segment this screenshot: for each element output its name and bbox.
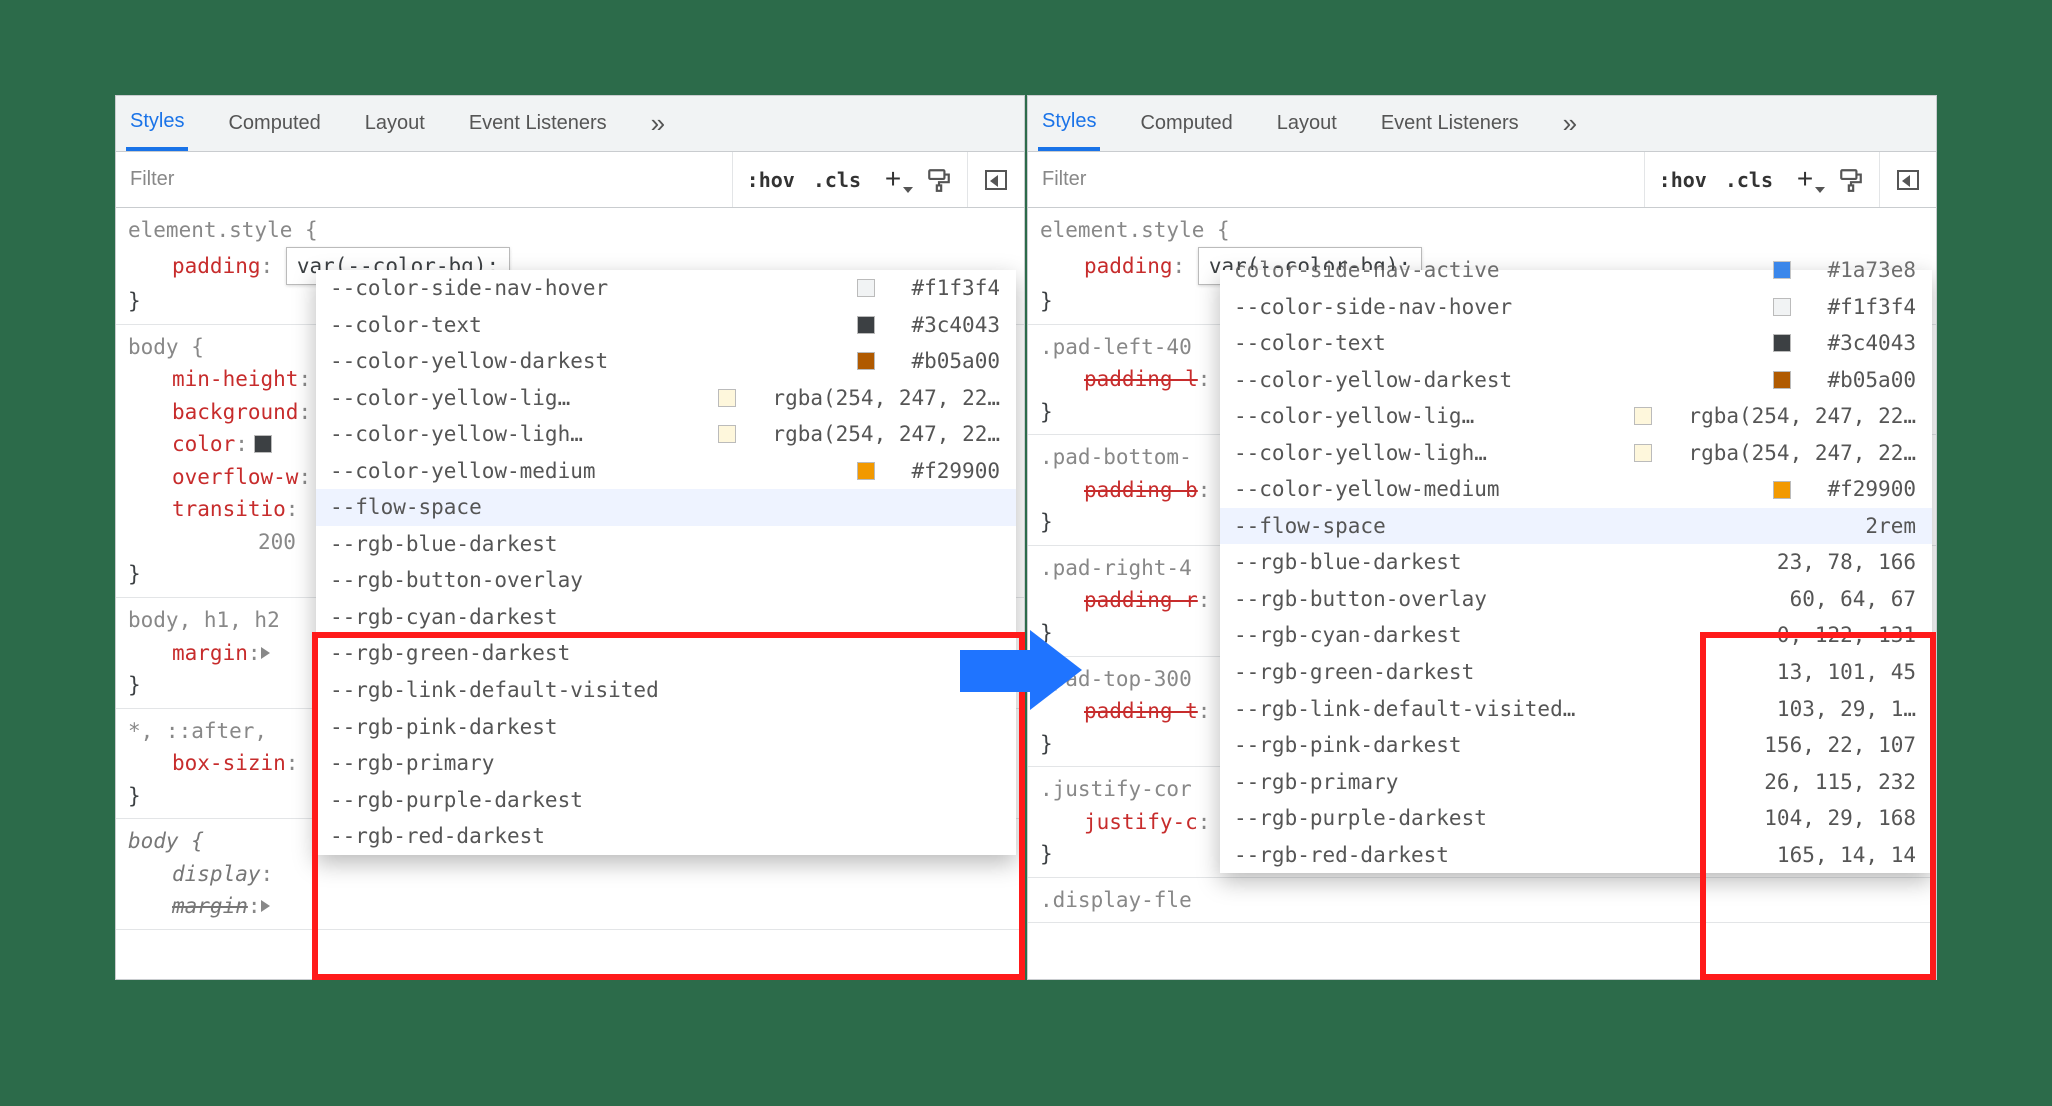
color-swatch — [1773, 334, 1791, 352]
color-swatch — [718, 389, 736, 407]
toggle-sidebar-icon[interactable] — [1894, 170, 1922, 190]
autocomplete-item[interactable]: --flow-space — [316, 489, 1016, 526]
autocomplete-item[interactable]: --rgb-primary — [316, 745, 1016, 782]
tab-layout[interactable]: Layout — [361, 96, 429, 151]
autocomplete-item[interactable]: --rgb-primary26, 115, 232 — [1220, 764, 1932, 801]
css-var-autocomplete[interactable]: color-side-nav-active#1a73e8--color-side… — [1220, 270, 1932, 873]
tab-styles[interactable]: Styles — [1038, 96, 1100, 151]
paint-icon[interactable] — [1837, 167, 1865, 193]
tab-event-listeners[interactable]: Event Listeners — [465, 96, 611, 151]
autocomplete-item[interactable]: --rgb-button-overlay60, 64, 67 — [1220, 581, 1932, 618]
color-swatch — [857, 316, 875, 334]
autocomplete-item[interactable]: --color-text#3c4043 — [316, 307, 1016, 344]
styles-rules: element.style { padding: var(--color-bg)… — [116, 208, 1024, 979]
new-style-rule-button[interactable]: + — [879, 163, 907, 195]
color-swatch — [1634, 407, 1652, 425]
css-property[interactable]: padding-b — [1084, 478, 1198, 502]
autocomplete-item[interactable]: --rgb-green-darkest — [316, 635, 1016, 672]
css-property[interactable]: margin — [172, 894, 248, 918]
color-swatch — [1773, 371, 1791, 389]
css-property[interactable]: padding-r — [1084, 588, 1198, 612]
tab-event-listeners[interactable]: Event Listeners — [1377, 96, 1523, 151]
color-swatch — [1634, 444, 1652, 462]
autocomplete-item[interactable]: --rgb-red-darkest — [316, 818, 1016, 855]
autocomplete-item[interactable]: --color-yellow-ligh…rgba(254, 247, 22… — [316, 416, 1016, 453]
tabstrip: Styles Computed Layout Event Listeners » — [1028, 96, 1936, 152]
autocomplete-item[interactable]: --color-side-nav-hover#f1f3f4 — [316, 270, 1016, 307]
color-swatch — [857, 462, 875, 480]
tab-computed[interactable]: Computed — [1136, 96, 1236, 151]
css-property[interactable]: padding-t — [1084, 699, 1198, 723]
css-property[interactable]: transitio — [172, 497, 286, 521]
new-style-rule-button[interactable]: + — [1791, 163, 1819, 195]
autocomplete-item[interactable]: --flow-space2rem — [1220, 508, 1932, 545]
css-property[interactable]: min-height — [172, 367, 298, 391]
filter-input[interactable]: Filter — [1028, 152, 1645, 207]
css-property[interactable]: box-sizin — [172, 751, 286, 775]
autocomplete-item[interactable]: --color-yellow-darkest#b05a00 — [1220, 362, 1932, 399]
filter-input[interactable]: Filter — [116, 152, 733, 207]
autocomplete-item[interactable]: --color-yellow-medium#f29900 — [1220, 471, 1932, 508]
autocomplete-item[interactable]: --rgb-purple-darkest104, 29, 168 — [1220, 800, 1932, 837]
autocomplete-item[interactable]: color-side-nav-active#1a73e8 — [1220, 252, 1932, 289]
autocomplete-item[interactable]: --rgb-link-default-visited — [316, 672, 1016, 709]
filter-bar: Filter :hov .cls + — [116, 152, 1024, 208]
tabstrip: Styles Computed Layout Event Listeners » — [116, 96, 1024, 152]
autocomplete-item[interactable]: --color-yellow-darkest#b05a00 — [316, 343, 1016, 380]
autocomplete-item[interactable]: --rgb-pink-darkest — [316, 709, 1016, 746]
tab-styles[interactable]: Styles — [126, 96, 188, 151]
color-swatch[interactable] — [254, 435, 272, 453]
devtools-panel-before: Styles Computed Layout Event Listeners » Fil… — [115, 95, 1025, 980]
styles-rules: element.style { padding: var(--color-bg)… — [1028, 208, 1936, 979]
autocomplete-item[interactable]: --rgb-cyan-darkest0, 122, 131 — [1220, 617, 1932, 654]
color-swatch — [718, 425, 736, 443]
autocomplete-item[interactable]: --rgb-blue-darkest23, 78, 166 — [1220, 544, 1932, 581]
toggle-sidebar-icon[interactable] — [982, 170, 1010, 190]
tab-layout[interactable]: Layout — [1273, 96, 1341, 151]
filter-bar: Filter :hov .cls + — [1028, 152, 1936, 208]
devtools-panel-after: Styles Computed Layout Event Listeners » Fil… — [1027, 95, 1937, 980]
css-property[interactable]: overflow-w — [172, 465, 298, 489]
css-property[interactable]: color — [172, 432, 235, 456]
autocomplete-item[interactable]: --color-text#3c4043 — [1220, 325, 1932, 362]
more-tabs-icon[interactable]: » — [1563, 108, 1577, 139]
css-property[interactable]: margin — [172, 641, 248, 665]
tab-computed[interactable]: Computed — [224, 96, 324, 151]
autocomplete-item[interactable]: --color-yellow-ligh…rgba(254, 247, 22… — [1220, 435, 1932, 472]
css-property[interactable]: display — [172, 862, 261, 886]
cls-toggle[interactable]: .cls — [813, 168, 861, 192]
css-property[interactable]: padding-l — [1084, 367, 1198, 391]
autocomplete-item[interactable]: --rgb-green-darkest13, 101, 45 — [1220, 654, 1932, 691]
autocomplete-item[interactable]: --rgb-pink-darkest156, 22, 107 — [1220, 727, 1932, 764]
color-swatch — [857, 352, 875, 370]
color-swatch — [1773, 481, 1791, 499]
css-var-autocomplete[interactable]: --color-side-nav-hover#f1f3f4--color-tex… — [316, 270, 1016, 855]
color-swatch — [1773, 298, 1791, 316]
color-swatch — [1773, 261, 1791, 279]
autocomplete-item[interactable]: --rgb-purple-darkest — [316, 782, 1016, 819]
autocomplete-item[interactable]: --rgb-cyan-darkest — [316, 599, 1016, 636]
more-tabs-icon[interactable]: » — [651, 108, 665, 139]
autocomplete-item[interactable]: --rgb-link-default-visited…103, 29, 1… — [1220, 691, 1932, 728]
css-rule[interactable]: .display-fle — [1028, 878, 1936, 924]
cls-toggle[interactable]: .cls — [1725, 168, 1773, 192]
hov-toggle[interactable]: :hov — [747, 168, 795, 192]
autocomplete-item[interactable]: --color-side-nav-hover#f1f3f4 — [1220, 289, 1932, 326]
hov-toggle[interactable]: :hov — [1659, 168, 1707, 192]
autocomplete-item[interactable]: --rgb-red-darkest165, 14, 14 — [1220, 837, 1932, 874]
paint-icon[interactable] — [925, 167, 953, 193]
css-property[interactable]: justify-c — [1084, 810, 1198, 834]
css-property[interactable]: background — [172, 400, 298, 424]
autocomplete-item[interactable]: --color-yellow-lig…rgba(254, 247, 22… — [316, 380, 1016, 417]
autocomplete-item[interactable]: --color-yellow-medium#f29900 — [316, 453, 1016, 490]
autocomplete-item[interactable]: --rgb-blue-darkest — [316, 526, 1016, 563]
autocomplete-item[interactable]: --rgb-button-overlay — [316, 562, 1016, 599]
color-swatch — [857, 279, 875, 297]
autocomplete-item[interactable]: --color-yellow-lig…rgba(254, 247, 22… — [1220, 398, 1932, 435]
